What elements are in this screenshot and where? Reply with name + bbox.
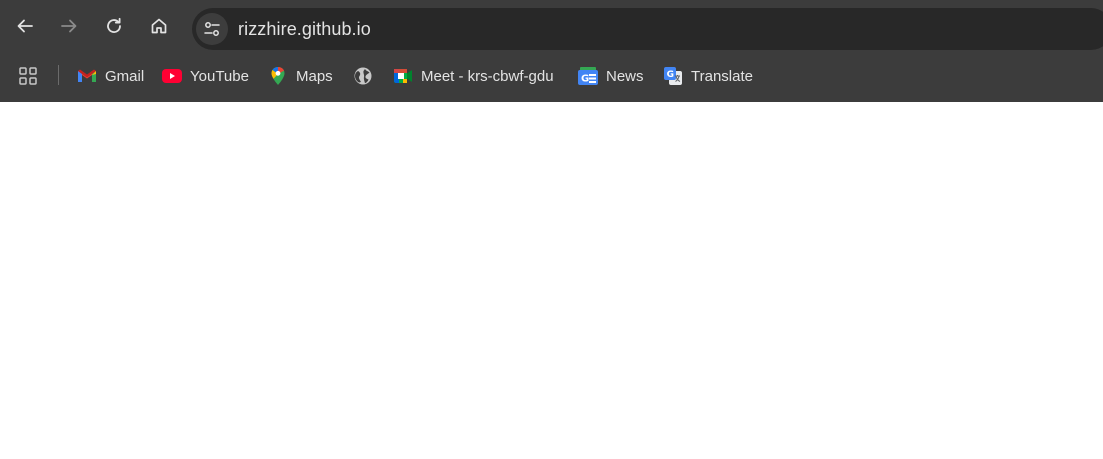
apps-button[interactable] [18,66,38,86]
browser-toolbar: rizzhire.github.io [0,0,1103,52]
bookmark-label: Gmail [105,67,145,85]
svg-text:G: G [667,70,674,80]
home-icon [151,18,167,34]
bookmark-label: Maps [296,67,333,85]
site-info-button[interactable] [196,13,228,45]
reload-icon [107,17,121,33]
globe-icon [353,66,373,86]
youtube-icon [162,66,182,86]
bookmark-news[interactable]: G News [578,62,644,90]
meet-icon [393,66,413,86]
bookmark-gmail[interactable]: Gmail [77,62,144,90]
maps-icon [268,66,288,86]
translate-icon: G [663,66,683,86]
forward-button[interactable] [54,11,84,41]
page-content [0,102,1103,459]
reload-button[interactable] [99,11,129,41]
bookmark-label: Translate [691,67,753,85]
browser-chrome: rizzhire.github.io Gmail YouTube Maps Me… [0,0,1103,102]
address-bar[interactable]: rizzhire.github.io [192,8,1103,50]
bookmark-youtube[interactable]: YouTube [162,62,249,90]
bookmarks-bar: Gmail YouTube Maps Meet - krs-cbwf-gdu G… [0,56,1103,96]
home-button[interactable] [144,11,174,41]
svg-text:G: G [581,74,589,85]
bookmark-translate[interactable]: G Translate [663,62,753,90]
bookmark-maps[interactable]: Maps [268,62,333,90]
url-text[interactable]: rizzhire.github.io [238,19,371,40]
bookmark-label: News [606,67,644,85]
bookmark-label: Meet - krs-cbwf-gdu [421,67,554,85]
bookmarks-divider [58,65,59,85]
bookmark-globe[interactable] [353,62,381,90]
gmail-icon [77,66,97,86]
back-button[interactable] [10,11,40,41]
news-icon: G [578,66,598,86]
forward-arrow-icon [61,19,77,33]
tune-icon [204,22,220,36]
apps-grid-icon [19,67,37,85]
back-arrow-icon [17,19,33,33]
bookmark-label: YouTube [190,67,249,85]
bookmark-meet[interactable]: Meet - krs-cbwf-gdu [393,62,554,90]
